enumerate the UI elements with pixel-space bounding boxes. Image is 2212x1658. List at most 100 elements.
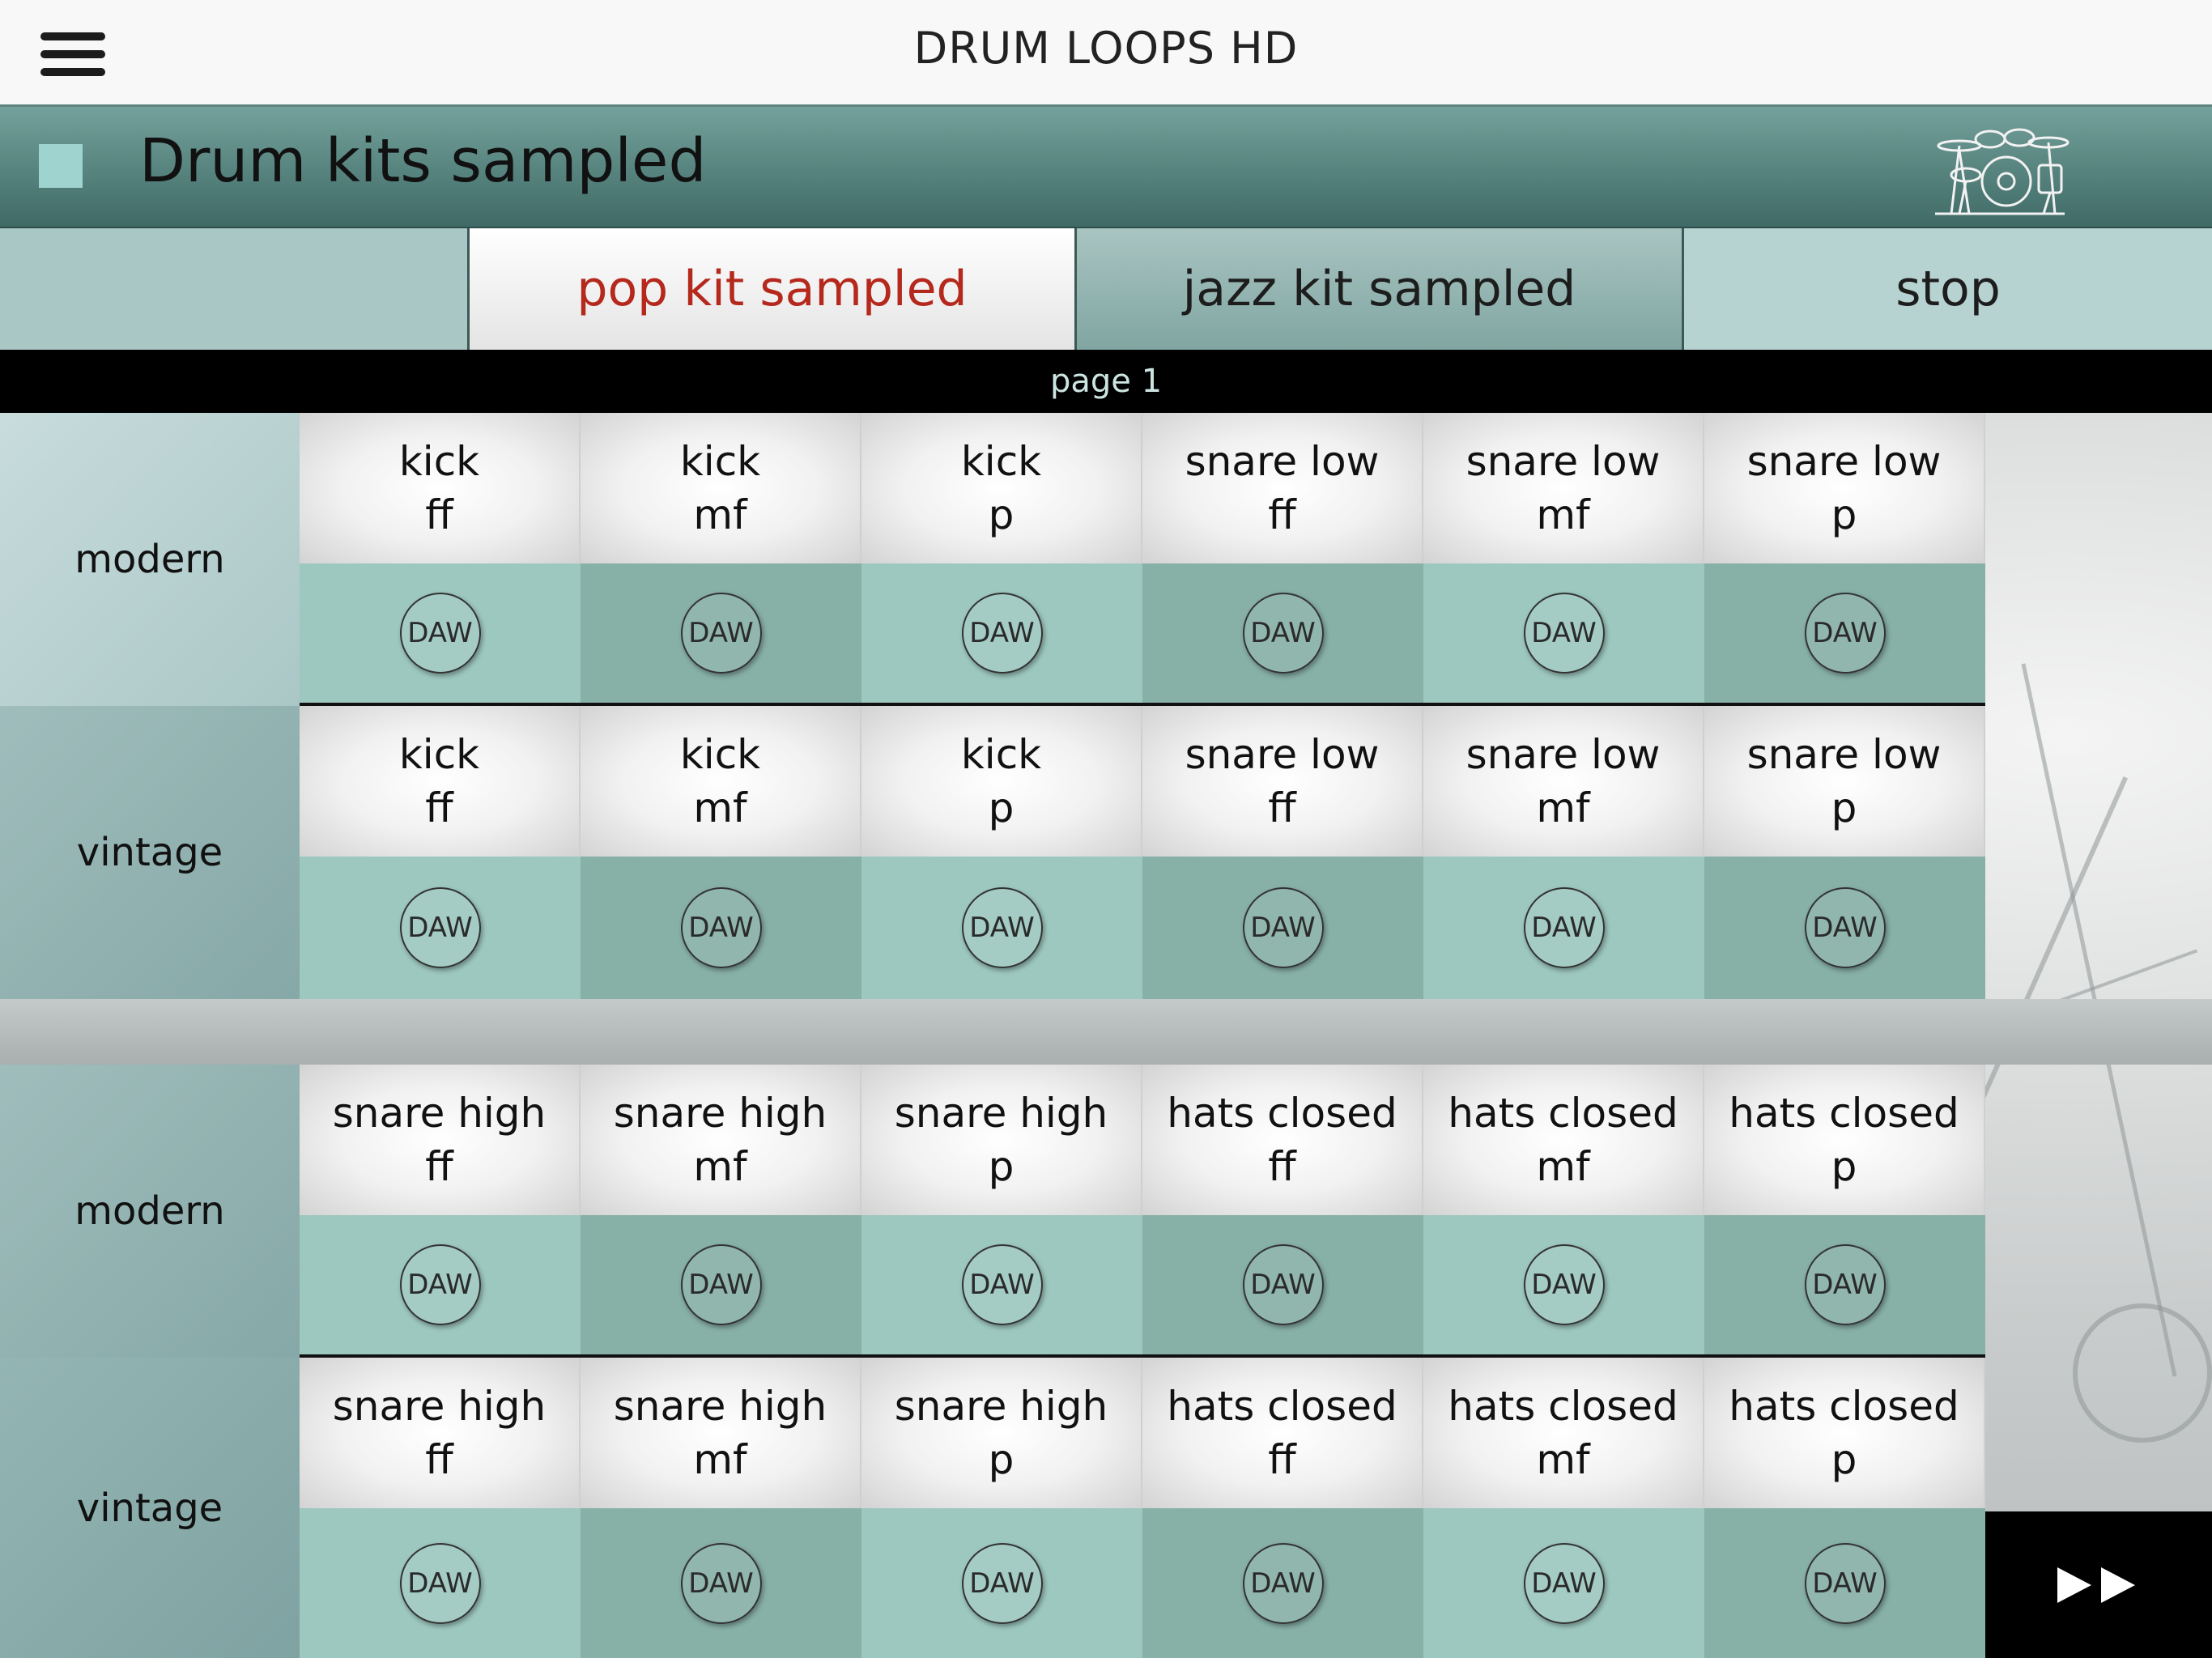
daw-export-button[interactable]: DAW xyxy=(399,593,481,674)
section-title: Drum kits sampled xyxy=(139,126,707,196)
row-label-modern: modern xyxy=(0,413,300,706)
daw-export-button[interactable]: DAW xyxy=(1523,1244,1605,1325)
sample-dynamic: ff xyxy=(425,1143,453,1190)
sample-play-button[interactable]: snare high ff xyxy=(300,1358,581,1508)
sample-play-button[interactable]: snare high ff xyxy=(300,1065,581,1215)
tab-pop-kit-sampled[interactable]: pop kit sampled xyxy=(470,228,1077,350)
sample-play-button[interactable]: kick ff xyxy=(300,706,581,857)
daw-cell: DAW xyxy=(861,563,1142,703)
tab-blank[interactable] xyxy=(0,228,470,350)
sample-pad: snare low p DAW xyxy=(1704,413,1985,703)
daw-cell: DAW xyxy=(581,857,861,999)
daw-export-button[interactable]: DAW xyxy=(961,887,1043,968)
sample-pad: hats closed mf DAW xyxy=(1423,1065,1704,1354)
sample-name: snare low xyxy=(1465,731,1661,778)
sample-name: snare low xyxy=(1185,731,1380,778)
tab-jazz-kit-sampled[interactable]: jazz kit sampled xyxy=(1077,228,1684,350)
sample-dynamic: p xyxy=(988,1143,1015,1190)
daw-export-button[interactable]: DAW xyxy=(680,1244,762,1325)
sample-name: snare high xyxy=(894,1090,1108,1137)
sample-play-button[interactable]: snare low mf xyxy=(1423,706,1704,857)
stop-button[interactable]: stop xyxy=(1684,228,2212,350)
daw-cell: DAW xyxy=(1423,1508,1704,1658)
daw-cell: DAW xyxy=(861,1215,1142,1354)
daw-export-button[interactable]: DAW xyxy=(399,887,481,968)
sample-pad: kick ff DAW xyxy=(300,706,581,999)
sample-play-button[interactable]: snare low ff xyxy=(1142,413,1423,563)
sample-play-button[interactable]: hats closed p xyxy=(1704,1065,1985,1215)
daw-export-button[interactable]: DAW xyxy=(1523,593,1605,674)
sample-play-button[interactable]: snare high mf xyxy=(581,1065,861,1215)
daw-export-button[interactable]: DAW xyxy=(1804,1542,1886,1624)
sample-play-button[interactable]: hats closed p xyxy=(1704,1358,1985,1508)
daw-cell: DAW xyxy=(1423,563,1704,703)
sample-play-button[interactable]: hats closed ff xyxy=(1142,1065,1423,1215)
sample-dynamic: p xyxy=(988,491,1015,538)
sample-pad: snare low mf DAW xyxy=(1423,706,1704,999)
sample-name: hats closed xyxy=(1167,1383,1397,1430)
sample-play-button[interactable]: snare low p xyxy=(1704,706,1985,857)
sample-play-button[interactable]: snare low mf xyxy=(1423,413,1704,563)
sample-pad: snare low p DAW xyxy=(1704,706,1985,999)
sample-play-button[interactable]: snare high p xyxy=(861,1358,1142,1508)
sample-play-button[interactable]: hats closed mf xyxy=(1423,1358,1704,1508)
daw-cell: DAW xyxy=(1142,1508,1423,1658)
sample-name: kick xyxy=(679,731,761,778)
sample-play-button[interactable]: hats closed mf xyxy=(1423,1065,1704,1215)
daw-cell: DAW xyxy=(1142,1215,1423,1354)
daw-export-button[interactable]: DAW xyxy=(1242,1244,1324,1325)
sample-name: snare low xyxy=(1746,438,1942,485)
daw-export-button[interactable]: DAW xyxy=(1242,593,1324,674)
pad-row: snare high ff DAW snare high mf DAW snare high… xyxy=(300,1065,1985,1358)
sample-pad: hats closed ff DAW xyxy=(1142,1065,1423,1354)
sample-pad: snare high mf DAW xyxy=(581,1358,861,1658)
daw-export-button[interactable]: DAW xyxy=(1242,887,1324,968)
daw-export-button[interactable]: DAW xyxy=(1523,887,1605,968)
row-label-vintage: vintage xyxy=(0,1358,300,1658)
sample-play-button[interactable]: snare low p xyxy=(1704,413,1985,563)
sample-pad: hats closed p DAW xyxy=(1704,1065,1985,1354)
sample-pad: hats closed p DAW xyxy=(1704,1358,1985,1658)
daw-export-button[interactable]: DAW xyxy=(680,887,762,968)
pad-row: snare high ff DAW snare high mf DAW snare high… xyxy=(300,1358,1985,1658)
sample-play-button[interactable]: kick p xyxy=(861,706,1142,857)
row-label-modern: modern xyxy=(0,1065,300,1358)
sample-pad: kick ff DAW xyxy=(300,413,581,703)
sample-pad: snare high ff DAW xyxy=(300,1065,581,1354)
sample-name: snare high xyxy=(332,1383,547,1430)
daw-export-button[interactable]: DAW xyxy=(399,1542,481,1624)
sample-name: hats closed xyxy=(1167,1090,1397,1137)
sample-dynamic: p xyxy=(1831,1436,1857,1483)
sample-dynamic: mf xyxy=(1536,1436,1590,1483)
sample-play-button[interactable]: kick mf xyxy=(581,413,861,563)
sample-play-button[interactable]: kick p xyxy=(861,413,1142,563)
sample-play-button[interactable]: kick ff xyxy=(300,413,581,563)
daw-export-button[interactable]: DAW xyxy=(1804,593,1886,674)
sample-name: snare high xyxy=(613,1090,827,1137)
daw-export-button[interactable]: DAW xyxy=(680,593,762,674)
sample-play-button[interactable]: hats closed ff xyxy=(1142,1358,1423,1508)
daw-export-button[interactable]: DAW xyxy=(961,1542,1043,1624)
sample-play-button[interactable]: snare high p xyxy=(861,1065,1142,1215)
daw-export-button[interactable]: DAW xyxy=(1804,1244,1886,1325)
sample-play-button[interactable]: snare low ff xyxy=(1142,706,1423,857)
daw-export-button[interactable]: DAW xyxy=(961,593,1043,674)
sample-dynamic: p xyxy=(988,1436,1015,1483)
divider-strip xyxy=(0,999,2212,1065)
sample-dynamic: mf xyxy=(1536,784,1590,831)
sample-pad: snare high p DAW xyxy=(861,1065,1142,1354)
next-page-button[interactable] xyxy=(1985,1511,2212,1658)
daw-export-button[interactable]: DAW xyxy=(1523,1542,1605,1624)
daw-export-button[interactable]: DAW xyxy=(961,1244,1043,1325)
daw-export-button[interactable]: DAW xyxy=(1242,1542,1324,1624)
sample-name: kick xyxy=(679,438,761,485)
daw-export-button[interactable]: DAW xyxy=(1804,887,1886,968)
sample-play-button[interactable]: snare high mf xyxy=(581,1358,861,1508)
sample-play-button[interactable]: kick mf xyxy=(581,706,861,857)
daw-export-button[interactable]: DAW xyxy=(399,1244,481,1325)
sample-pad: kick mf DAW xyxy=(581,413,861,703)
daw-cell: DAW xyxy=(581,1215,861,1354)
daw-export-button[interactable]: DAW xyxy=(680,1542,762,1624)
fast-forward-icon xyxy=(2057,1567,2135,1603)
sample-dynamic: ff xyxy=(1268,784,1296,831)
